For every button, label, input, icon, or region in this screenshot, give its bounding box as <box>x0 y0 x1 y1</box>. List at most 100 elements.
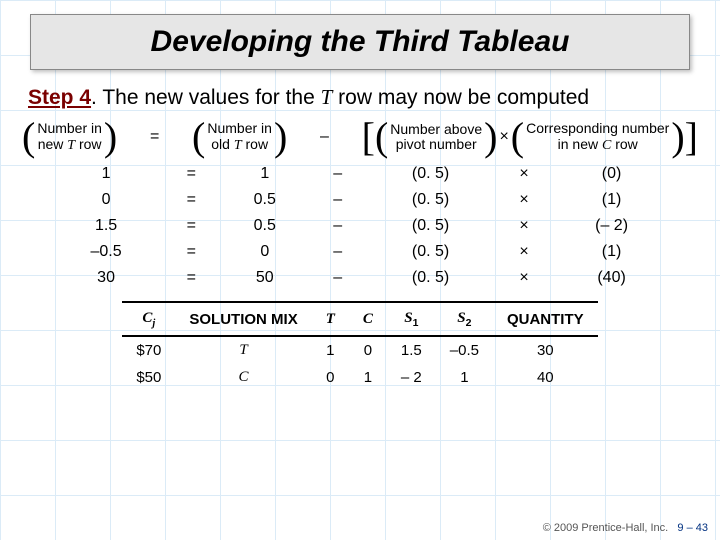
table-row: –0.5=0–(0. 5)×(1) <box>49 239 671 265</box>
cell-minus: – <box>310 187 365 213</box>
cell-times: × <box>496 161 552 187</box>
equals-op: = <box>148 128 161 146</box>
formula-corr-l2: in new C row <box>526 137 669 153</box>
col-solution-mix: SOLUTION MIX <box>175 302 311 336</box>
table-row: 0=0.5–(0. 5)×(1) <box>49 187 671 213</box>
bracket-open-icon: [ <box>362 121 375 153</box>
cell-above: (0. 5) <box>365 239 495 265</box>
times-op: × <box>497 128 510 146</box>
cell-times: × <box>496 265 552 291</box>
cell-cj: $50 <box>122 364 175 391</box>
cell-sm: C <box>175 364 311 391</box>
step-text-a: The new values for the <box>97 86 321 109</box>
title-box: Developing the Third Tableau <box>30 14 690 70</box>
page-number: 9 – 43 <box>677 522 708 534</box>
bracket-open-icon: ( <box>192 121 205 153</box>
formula-old-l2: old T row <box>207 137 272 153</box>
bracket-open-icon: ( <box>375 121 388 153</box>
cell-old: 1 <box>220 161 311 187</box>
copyright: © 2009 Prentice-Hall, Inc. <box>543 522 669 534</box>
slide-title: Developing the Third Tableau <box>49 25 671 59</box>
bracket-close-icon: ) <box>484 121 497 153</box>
cell-old: 0 <box>220 239 311 265</box>
cell-times: × <box>496 239 552 265</box>
cell-times: × <box>496 187 552 213</box>
step-paragraph: Step 4. The new values for the T row may… <box>28 84 692 111</box>
formula-old: ( Number in old T row ) <box>192 121 287 153</box>
solution-mix-table: Cj SOLUTION MIX T C S1 S2 QUANTITY $70T1… <box>122 301 597 391</box>
cell-minus: – <box>310 265 365 291</box>
cell-s2: 1 <box>436 364 493 391</box>
step-text-b: row may now be computed <box>332 86 589 109</box>
cell-eq: = <box>163 187 219 213</box>
cell-qty: 30 <box>493 336 598 364</box>
table-header-row: Cj SOLUTION MIX T C S1 S2 QUANTITY <box>122 302 597 336</box>
formula-row: ( Number in new T row ) = ( Number in ol… <box>22 121 698 153</box>
cell-new: 30 <box>49 265 163 291</box>
cell-t: 1 <box>312 336 349 364</box>
footer: © 2009 Prentice-Hall, Inc. 9 – 43 <box>543 522 708 534</box>
table-row: 30=50–(0. 5)×(40) <box>49 265 671 291</box>
formula-new-l1: Number in <box>37 121 102 136</box>
cell-new: –0.5 <box>49 239 163 265</box>
formula-corr-l1: Corresponding number <box>526 121 669 136</box>
col-t: T <box>312 302 349 336</box>
cell-eq: = <box>163 239 219 265</box>
cell-eq: = <box>163 213 219 239</box>
cell-c: 1 <box>349 364 387 391</box>
cell-t: 0 <box>312 364 349 391</box>
bracket-open-icon: ( <box>511 121 524 153</box>
cell-old: 50 <box>220 265 311 291</box>
cell-old: 0.5 <box>220 187 311 213</box>
bracket-open-icon: ( <box>22 121 35 153</box>
col-s2: S2 <box>436 302 493 336</box>
formula-above-corr: [( Number above pivot number ) × ( Corre… <box>362 121 698 153</box>
cell-c: 0 <box>349 336 387 364</box>
formula-above-l1: Number above <box>390 122 482 137</box>
cell-above: (0. 5) <box>365 161 495 187</box>
cell-sm: T <box>175 336 311 364</box>
formula-new-l2: new T row <box>37 137 102 153</box>
col-cj: Cj <box>122 302 175 336</box>
cell-eq: = <box>163 265 219 291</box>
calculation-table: 1=1–(0. 5)×(0)0=0.5–(0. 5)×(1)1.5=0.5–(0… <box>49 161 671 291</box>
minus-op: – <box>318 128 331 146</box>
col-quantity: QUANTITY <box>493 302 598 336</box>
slide-content: Developing the Third Tableau Step 4. The… <box>0 0 720 391</box>
col-s1: S1 <box>387 302 436 336</box>
table-row: 1.5=0.5–(0. 5)×(– 2) <box>49 213 671 239</box>
step-label: Step 4 <box>28 86 91 109</box>
cell-corr: (0) <box>552 161 671 187</box>
cell-new: 1 <box>49 161 163 187</box>
cell-minus: – <box>310 213 365 239</box>
cell-new: 1.5 <box>49 213 163 239</box>
formula-old-l1: Number in <box>207 121 272 136</box>
cell-above: (0. 5) <box>365 265 495 291</box>
formula-new: ( Number in new T row ) <box>22 121 117 153</box>
table-row: $50C01– 2140 <box>122 364 597 391</box>
cell-s2: –0.5 <box>436 336 493 364</box>
cell-times: × <box>496 213 552 239</box>
col-c: C <box>349 302 387 336</box>
cell-minus: – <box>310 161 365 187</box>
bracket-close-icon: ) <box>671 121 684 153</box>
cell-s1: – 2 <box>387 364 436 391</box>
cell-above: (0. 5) <box>365 187 495 213</box>
cell-corr: (– 2) <box>552 213 671 239</box>
cell-minus: – <box>310 239 365 265</box>
cell-eq: = <box>163 161 219 187</box>
table-row: $70T101.5–0.530 <box>122 336 597 364</box>
cell-cj: $70 <box>122 336 175 364</box>
formula-above-l2: pivot number <box>390 137 482 152</box>
cell-new: 0 <box>49 187 163 213</box>
step-var: T <box>321 85 333 109</box>
cell-old: 0.5 <box>220 213 311 239</box>
bracket-close-icon: ] <box>685 121 698 153</box>
cell-corr: (1) <box>552 239 671 265</box>
cell-s1: 1.5 <box>387 336 436 364</box>
bracket-close-icon: ) <box>274 121 287 153</box>
table-row: 1=1–(0. 5)×(0) <box>49 161 671 187</box>
cell-qty: 40 <box>493 364 598 391</box>
cell-above: (0. 5) <box>365 213 495 239</box>
bracket-close-icon: ) <box>104 121 117 153</box>
